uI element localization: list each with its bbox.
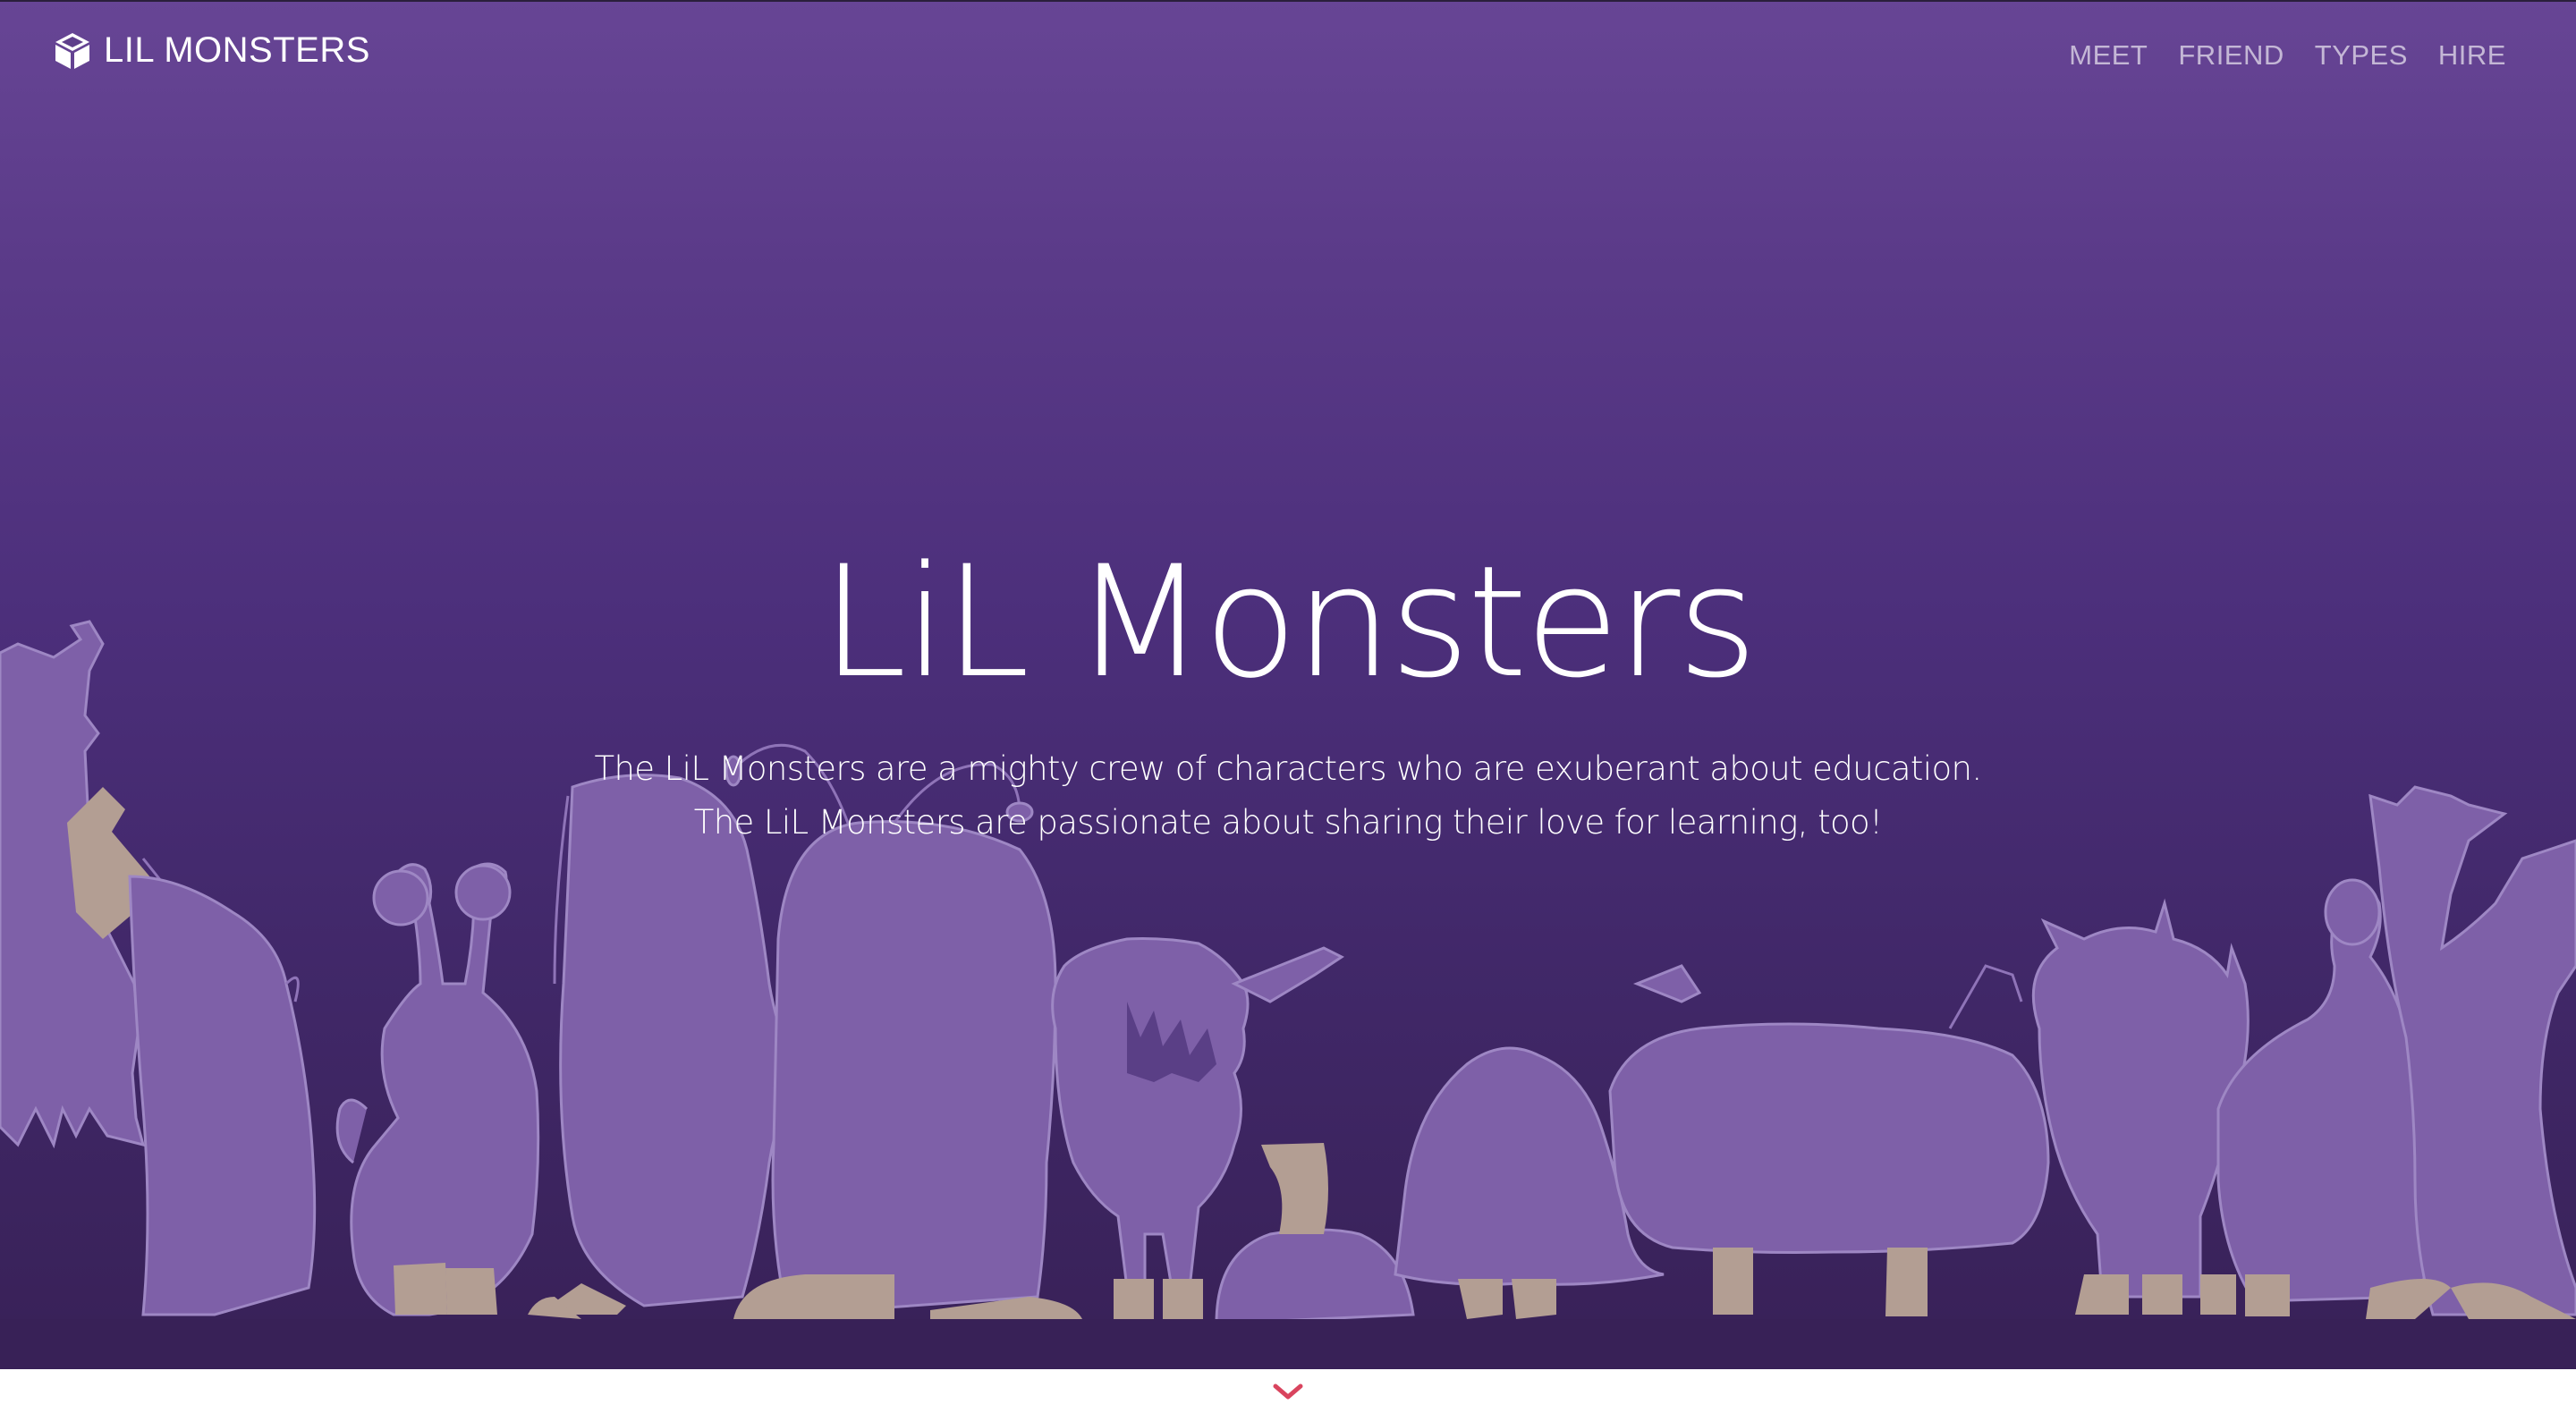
nav-menu: MEET FRIEND TYPES HIRE [2069, 39, 2506, 72]
chevron-down-icon[interactable] [1270, 1381, 1306, 1402]
hero-subtitle-line-2: The LiL Monsters are passionate about sh… [693, 803, 1883, 842]
hero-title: LiL Monsters [821, 532, 1758, 712]
cube-icon [55, 32, 89, 69]
nav-link-types[interactable]: TYPES [2315, 39, 2408, 72]
hero-section: LIL MONSTERS MEET FRIEND TYPES HIRE .m {… [0, 0, 2576, 1369]
navbar: LIL MONSTERS MEET FRIEND TYPES HIRE [0, 0, 2576, 116]
nav-link-hire[interactable]: HIRE [2438, 39, 2506, 72]
brand-link[interactable]: LIL MONSTERS [54, 30, 370, 71]
hero-subtitle-line-1: The LiL Monsters are a mighty crew of ch… [594, 749, 1982, 788]
monster-silhouettes-illustration: .m { fill: #7e60a8; stroke: #9e87c4; str… [0, 620, 2576, 1369]
hero-subtitle: The LiL Monsters are a mighty crew of ch… [0, 742, 2576, 850]
nav-link-meet[interactable]: MEET [2069, 39, 2148, 72]
nav-link-friend[interactable]: FRIEND [2178, 39, 2284, 72]
brand-label: LIL MONSTERS [104, 30, 370, 70]
top-border [0, 0, 2576, 2]
